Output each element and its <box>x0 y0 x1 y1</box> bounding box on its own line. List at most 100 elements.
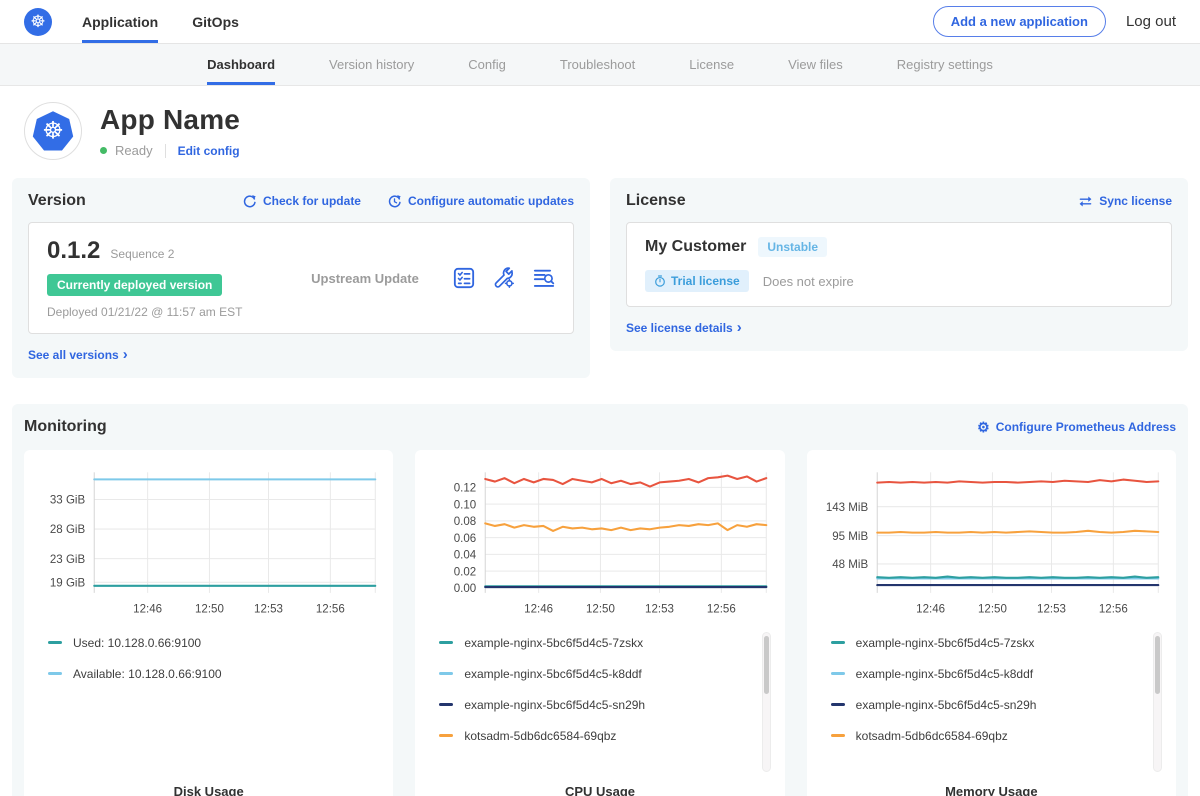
legend-item: kotsadm-5db6dc6584-69qbz <box>831 729 1164 743</box>
add-application-button[interactable]: Add a new application <box>933 6 1106 37</box>
tab-version-history[interactable]: Version history <box>329 44 414 85</box>
version-panel-title: Version <box>28 192 86 210</box>
clock-refresh-icon <box>387 194 402 209</box>
kubernetes-logo-icon: ☸ <box>24 8 52 36</box>
disk-usage-chart-card: 19 GiB23 GiB28 GiB33 GiB12:4612:5012:531… <box>24 450 393 796</box>
svg-text:0.12: 0.12 <box>454 481 476 494</box>
tab-license[interactable]: License <box>689 44 734 85</box>
legend-scrollbar-thumb[interactable] <box>764 636 769 694</box>
edit-config-link[interactable]: Edit config <box>178 144 240 158</box>
svg-text:12:50: 12:50 <box>978 602 1007 615</box>
customer-name: My Customer <box>645 238 746 256</box>
kubernetes-app-icon: ☸ <box>30 108 76 154</box>
stopwatch-icon <box>654 275 666 287</box>
top-nav: Application GitOps <box>82 0 239 43</box>
svg-text:0.04: 0.04 <box>454 548 477 561</box>
legend-item: example-nginx-5bc6f5d4c5-k8ddf <box>831 667 1164 681</box>
svg-text:0.02: 0.02 <box>454 565 476 578</box>
svg-text:12:50: 12:50 <box>195 602 224 615</box>
check-for-update-link[interactable]: Check for update <box>242 194 361 209</box>
chevron-right-icon: › <box>123 346 128 363</box>
legend-item: example-nginx-5bc6f5d4c5-sn29h <box>439 698 772 712</box>
nav-item-gitops[interactable]: GitOps <box>192 0 239 43</box>
svg-text:23 GiB: 23 GiB <box>50 552 85 565</box>
monitoring-title: Monitoring <box>24 418 107 436</box>
version-number: 0.1.2 <box>47 237 100 265</box>
svg-text:12:53: 12:53 <box>645 602 674 615</box>
legend-swatch <box>48 672 62 675</box>
svg-text:19 GiB: 19 GiB <box>50 576 85 589</box>
chart-title: Memory Usage <box>819 784 1164 796</box>
license-panel: License Sync license My Customer Unstabl… <box>610 178 1188 351</box>
svg-text:12:50: 12:50 <box>586 602 615 615</box>
version-panel: Version Check for update Configure au <box>12 178 590 378</box>
config-wrench-icon[interactable] <box>493 267 515 289</box>
version-sequence: Sequence 2 <box>110 247 174 261</box>
svg-text:12:56: 12:56 <box>1099 602 1128 615</box>
logout-button[interactable]: Log out <box>1126 13 1176 30</box>
legend-item: example-nginx-5bc6f5d4c5-7zskx <box>439 636 772 650</box>
sync-arrows-icon <box>1078 195 1093 208</box>
channel-badge: Unstable <box>758 237 827 257</box>
tab-registry-settings[interactable]: Registry settings <box>897 44 993 85</box>
legend-item: Used: 10.128.0.66:9100 <box>48 636 381 650</box>
legend-swatch <box>831 703 845 706</box>
svg-text:12:56: 12:56 <box>707 602 736 615</box>
sync-license-link[interactable]: Sync license <box>1078 194 1172 208</box>
preflight-checks-icon[interactable] <box>453 267 475 289</box>
legend-swatch <box>48 641 62 644</box>
tab-view-files[interactable]: View files <box>788 44 843 85</box>
legend-item: Available: 10.128.0.66:9100 <box>48 667 381 681</box>
svg-text:48 MiB: 48 MiB <box>832 557 868 570</box>
svg-text:0.10: 0.10 <box>454 498 477 511</box>
legend-scrollbar-thumb[interactable] <box>1155 636 1160 694</box>
license-expiry: Does not expire <box>763 274 854 289</box>
app-status: Ready <box>115 143 153 158</box>
cpu-usage-chart-card: 0.000.020.040.060.080.100.1212:4612:5012… <box>415 450 784 796</box>
divider <box>165 144 166 158</box>
deploy-logs-icon[interactable] <box>533 267 555 289</box>
version-source: Upstream Update <box>277 271 453 286</box>
legend-swatch <box>439 641 453 644</box>
license-panel-title: License <box>626 192 686 210</box>
svg-text:12:46: 12:46 <box>916 602 945 615</box>
chevron-right-icon: › <box>737 319 742 336</box>
svg-text:95 MiB: 95 MiB <box>832 529 868 542</box>
legend-swatch <box>439 703 453 706</box>
legend-item: example-nginx-5bc6f5d4c5-7zskx <box>831 636 1164 650</box>
license-card: My Customer Unstable Trial license Does … <box>626 222 1172 307</box>
svg-text:12:56: 12:56 <box>316 602 345 615</box>
tab-config[interactable]: Config <box>468 44 506 85</box>
top-nav-bar: ☸ Application GitOps Add a new applicati… <box>0 0 1200 44</box>
see-all-versions-link[interactable]: See all versions› <box>28 346 128 363</box>
legend-item: example-nginx-5bc6f5d4c5-sn29h <box>831 698 1164 712</box>
svg-text:12:53: 12:53 <box>1037 602 1066 615</box>
cpu-usage-chart: 0.000.020.040.060.080.100.1212:4612:5012… <box>427 464 772 622</box>
disk-usage-legend: Used: 10.128.0.66:9100 Available: 10.128… <box>36 636 381 784</box>
svg-text:0.08: 0.08 <box>454 514 477 527</box>
license-type-badge: Trial license <box>645 270 749 292</box>
tab-dashboard[interactable]: Dashboard <box>207 44 275 85</box>
see-license-details-link[interactable]: See license details› <box>626 319 742 336</box>
memory-usage-legend: example-nginx-5bc6f5d4c5-7zskx example-n… <box>819 636 1164 784</box>
chart-title: Disk Usage <box>36 784 381 796</box>
memory-usage-chart-card: 48 MiB95 MiB143 MiB12:4612:5012:5312:56 … <box>807 450 1176 796</box>
app-tab-bar: Dashboard Version history Config Trouble… <box>0 44 1200 86</box>
svg-text:0.00: 0.00 <box>454 581 477 594</box>
svg-text:☸: ☸ <box>42 117 63 144</box>
nav-item-application[interactable]: Application <box>82 0 158 43</box>
deployed-version-badge: Currently deployed version <box>47 274 222 296</box>
tab-troubleshoot[interactable]: Troubleshoot <box>560 44 635 85</box>
memory-usage-chart: 48 MiB95 MiB143 MiB12:4612:5012:5312:56 <box>819 464 1164 622</box>
legend-swatch <box>439 672 453 675</box>
svg-text:0.06: 0.06 <box>454 531 477 544</box>
legend-scrollbar <box>762 632 771 772</box>
configure-automatic-updates-link[interactable]: Configure automatic updates <box>387 194 574 209</box>
legend-swatch <box>439 734 453 737</box>
legend-item: example-nginx-5bc6f5d4c5-k8ddf <box>439 667 772 681</box>
app-avatar: ☸ <box>24 102 82 160</box>
legend-swatch <box>831 734 845 737</box>
current-version-card: 0.1.2 Sequence 2 Currently deployed vers… <box>28 222 574 334</box>
svg-text:12:46: 12:46 <box>133 602 162 615</box>
configure-prometheus-link[interactable]: ⚙ Configure Prometheus Address <box>977 420 1176 434</box>
